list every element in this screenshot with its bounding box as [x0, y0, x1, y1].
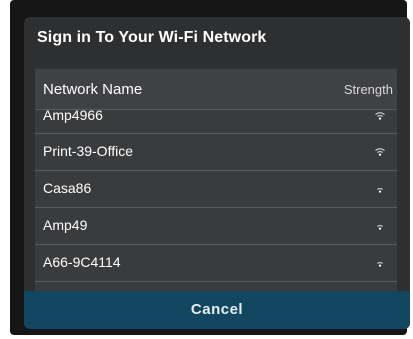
network-name: Casa86: [43, 180, 92, 196]
network-list[interactable]: Network Name Strength Amp4966 Print-39-O…: [35, 69, 397, 294]
network-name: Amp4966: [43, 107, 103, 123]
network-row[interactable]: Amp4966: [35, 107, 397, 134]
network-name: A66-9C4114: [43, 254, 121, 270]
wifi-signal-icon: [376, 187, 384, 193]
network-rows: Amp4966 Print-39-Office Casa86 Amp49 A66…: [35, 107, 397, 282]
wifi-signal-icon: [376, 261, 384, 267]
column-header-network-name: Network Name: [43, 81, 143, 98]
network-row[interactable]: Casa86: [35, 171, 397, 208]
cancel-button-label: Cancel: [190, 301, 244, 318]
wifi-signal-icon: [375, 148, 385, 156]
network-row[interactable]: Print-39-Office: [35, 134, 397, 171]
dialog-title: Sign in To Your Wi-Fi Network: [37, 29, 267, 46]
wifi-sign-in-dialog: Sign in To Your Wi-Fi Network Network Na…: [24, 17, 410, 329]
network-name: Amp49: [43, 217, 88, 233]
network-row[interactable]: A66-9C4114: [35, 245, 397, 282]
network-name: Print-39-Office: [43, 143, 133, 159]
wifi-signal-icon: [375, 112, 385, 120]
wifi-signal-icon: [376, 224, 384, 230]
cancel-button[interactable]: Cancel: [24, 291, 410, 329]
network-row[interactable]: Amp49: [35, 208, 397, 245]
network-list-header: Network Name Strength: [35, 69, 397, 110]
column-header-strength: Strength: [343, 82, 393, 97]
